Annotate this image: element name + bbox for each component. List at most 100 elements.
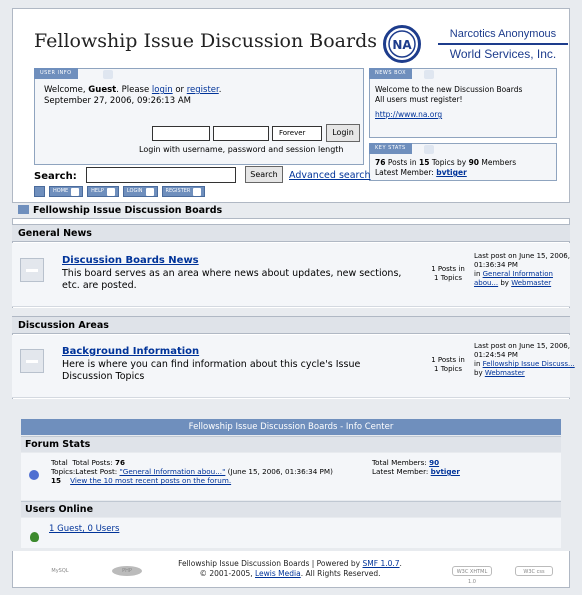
search-button[interactable]: Search: [245, 166, 283, 183]
forum-stats-left: Total Total Posts: 76 Topics:Latest Post…: [51, 458, 371, 485]
total-posts: 76: [114, 458, 125, 467]
last-post-author-link[interactable]: Webmaster: [485, 369, 525, 377]
board-title-link[interactable]: Discussion Boards News: [62, 255, 199, 266]
board-row: Discussion Boards News This board serves…: [12, 243, 570, 307]
users-online-icon: [30, 532, 39, 542]
forum-stats-heading: Forum Stats: [21, 436, 561, 452]
last-post-by: by: [498, 279, 512, 287]
key-stats-posts: 76: [375, 158, 386, 167]
forum-stats-right: Total Members: 90 Latest Member: bvtiger: [372, 458, 460, 476]
board-description: Here is where you can find information a…: [62, 359, 361, 382]
board-posts-count: 1 Posts in: [431, 265, 465, 273]
organization-name-line1: Narcotics Anonymous: [449, 28, 557, 40]
key-stats-latest-label: Latest Member:: [375, 168, 437, 177]
register-link[interactable]: register: [187, 85, 219, 95]
board-last-post: Last post on June 15, 2006, 01:36:34 PM …: [474, 252, 578, 288]
help-icon: [106, 187, 115, 196]
login-hint: Login with username, password and sessio…: [139, 145, 344, 154]
category-general-news[interactable]: General News: [12, 224, 570, 242]
login-link[interactable]: login: [152, 85, 173, 95]
nav-help[interactable]: HELP: [87, 186, 119, 197]
breadcrumb-link[interactable]: Fellowship Issue Discussion Boards: [33, 205, 222, 216]
nav-register[interactable]: REGISTER: [161, 186, 206, 197]
users-online-link[interactable]: 1 Guest, 0 Users: [49, 524, 119, 534]
please-text: . Please: [116, 85, 152, 95]
stats-icon: [29, 470, 39, 480]
board-last-post: Last post on June 15, 2006, 01:24:54 PM …: [474, 342, 578, 378]
breadcrumb: Fellowship Issue Discussion Boards: [12, 202, 570, 219]
last-post-in: in: [474, 270, 483, 278]
category-discussion-areas[interactable]: Discussion Areas: [12, 316, 570, 334]
register-icon: [193, 187, 202, 196]
key-stats-posts-in: Posts in: [385, 158, 420, 167]
news-box-body: Welcome to the new Discussion Boards All…: [375, 85, 522, 120]
news-line-1: Welcome to the new Discussion Boards: [375, 85, 523, 94]
na-website-link[interactable]: http://www.na.org: [375, 110, 442, 119]
main-nav: HOME HELP LOGIN REGISTER: [34, 186, 206, 198]
news-box: NEWS BOX Welcome to the new Discussion B…: [369, 68, 557, 138]
news-line-2: All users must register!: [375, 95, 463, 104]
news-box-tab[interactable]: NEWS BOX: [369, 68, 412, 79]
last-post-author-link[interactable]: Webmaster: [511, 279, 551, 287]
last-post-topic-link[interactable]: Fellowship Issue Discuss...: [483, 360, 575, 368]
board-title-link[interactable]: Background Information: [62, 346, 199, 357]
key-stats-tab[interactable]: KEY STATS: [369, 143, 412, 154]
latest-member-link[interactable]: bvtiger: [431, 467, 460, 476]
last-post-date: Last post on June 15, 2006, 01:24:54 PM: [474, 342, 570, 359]
php-badge[interactable]: PHP: [112, 566, 142, 576]
lewis-media-link[interactable]: Lewis Media: [255, 569, 301, 578]
board-no-new-posts-icon: [20, 258, 44, 282]
footer-copyright: © 2001-2005,: [199, 569, 256, 578]
welcome-prefix: Welcome,: [44, 85, 89, 95]
latest-member-link[interactable]: bvtiger: [436, 168, 467, 177]
footer-line1-suffix: .: [399, 559, 402, 568]
advanced-search-link[interactable]: Advanced search: [289, 170, 371, 181]
board-counts: 1 Posts in 1 Topics: [425, 265, 471, 283]
xhtml-badge[interactable]: W3C XHTML 1.0: [452, 566, 492, 585]
search-input[interactable]: [86, 167, 236, 183]
total-posts-label: Total Posts:: [72, 458, 115, 467]
session-length-input[interactable]: Forever: [272, 126, 322, 141]
news-box-collapse-icon[interactable]: [424, 70, 434, 79]
password-input[interactable]: [213, 126, 269, 141]
nav-home[interactable]: HOME: [49, 186, 84, 197]
latest-post-link[interactable]: "General Information abou...": [120, 467, 226, 476]
user-info-collapse-icon[interactable]: [103, 70, 113, 79]
home-icon: [71, 187, 80, 196]
nav-register-label: REGISTER: [165, 188, 191, 194]
board-counts: 1 Posts in 1 Topics: [425, 356, 471, 374]
css-badge[interactable]: W3C css: [515, 566, 553, 576]
welcome-message: Welcome, Guest. Please login or register…: [44, 85, 221, 107]
total-members-link[interactable]: 90: [429, 458, 439, 467]
users-online-body: 1 Guest, 0 Users: [21, 518, 561, 548]
organization-name-line2: World Services, Inc.: [438, 43, 568, 61]
username-input[interactable]: [152, 126, 210, 141]
key-stats-topics: 15: [419, 158, 430, 167]
nav-home-label: HOME: [53, 188, 69, 194]
board-topics-count: 1 Topics: [434, 274, 462, 282]
key-stats-body: 76 Posts in 15 Topics by 90 Members Late…: [375, 158, 516, 178]
users-online-heading: Users Online: [21, 501, 561, 517]
user-info-box: USER INFO Welcome, Guest. Please login o…: [34, 68, 364, 165]
mysql-badge[interactable]: MySQL: [46, 566, 74, 576]
login-button[interactable]: Login: [326, 124, 360, 142]
nav-toggle-icon[interactable]: [34, 186, 45, 197]
total-label: Total: [51, 458, 68, 467]
latest-member-label: Latest Member:: [372, 467, 431, 476]
board-topics-count: 1 Topics: [434, 365, 462, 373]
latest-post-label: Latest Post:: [75, 467, 120, 476]
key-stats-members: 90: [468, 158, 480, 167]
board-no-new-posts-icon: [20, 349, 44, 373]
guest-label: Guest: [88, 85, 117, 95]
page-title: Fellowship Issue Discussion Boards: [34, 30, 377, 52]
user-info-tab[interactable]: USER INFO: [34, 68, 78, 79]
key-stats-members-label: Members: [479, 158, 517, 167]
board-posts-count: 1 Posts in: [431, 356, 465, 364]
recent-posts-link[interactable]: View the 10 most recent posts on the for…: [70, 476, 231, 485]
smf-link[interactable]: SMF 1.0.7: [363, 559, 400, 568]
key-stats-collapse-icon[interactable]: [424, 145, 434, 154]
key-stats-box: KEY STATS 76 Posts in 15 Topics by 90 Me…: [369, 143, 557, 181]
organization-name: Narcotics Anonymous World Services, Inc.: [438, 28, 568, 61]
nav-login[interactable]: LOGIN: [122, 186, 158, 197]
or-text: or: [172, 85, 187, 95]
